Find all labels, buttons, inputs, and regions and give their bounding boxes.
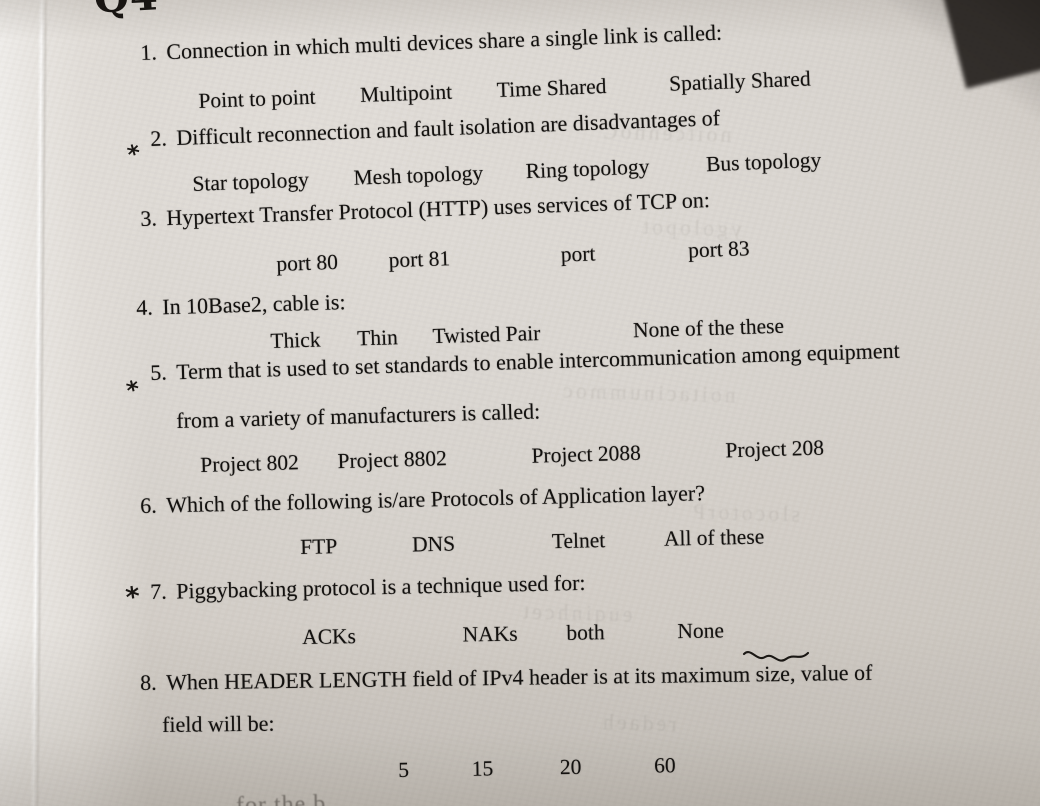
question-8-option-2[interactable]: 15 <box>471 756 493 781</box>
question-7-option-4[interactable]: None <box>677 618 724 644</box>
question-3-option-3[interactable]: port <box>560 241 595 267</box>
question-3-option-2[interactable]: port 81 <box>388 246 450 273</box>
question-4-option-3[interactable]: Twisted Pair <box>432 321 540 349</box>
question-8-line-1: When HEADER LENGTH field of IPv4 header … <box>165 659 873 695</box>
question-3-option-4[interactable]: port 83 <box>688 236 750 263</box>
question-5-line-2: from a variety of manufacturers is calle… <box>175 398 541 433</box>
question-6-text: 6. Which of the following is/are Protocol… <box>139 480 706 518</box>
question-4: 4. In 10Base2, cable is: <box>135 289 346 320</box>
question-8-line-2-wrap: field will be: <box>161 710 275 737</box>
question-2-text: 2. Difficult reconnection and fault isola… <box>149 105 721 151</box>
question-7-options: ACKs NAKs both None <box>302 618 724 650</box>
question-8-line-2: field will be: <box>161 710 275 737</box>
question-3-options: port 80 port 81 port port 83 <box>276 236 750 277</box>
question-7-number: 7. <box>149 578 167 604</box>
question-4-number: 4. <box>135 294 154 320</box>
question-4-option-4[interactable]: None of the these <box>633 314 785 343</box>
handwritten-star-marker-q7: * <box>123 581 143 614</box>
question-8-option-4[interactable]: 60 <box>654 753 676 778</box>
question-7: 7. Piggybacking protocol is a technique u… <box>149 569 586 604</box>
question-7-option-2[interactable]: NAKs <box>462 622 517 648</box>
question-8-continued: field will be: <box>161 710 275 737</box>
question-5-option-1[interactable]: Project 802 <box>200 450 299 478</box>
question-1-text: 1. Connection in which multi devices shar… <box>139 19 723 65</box>
question-2-number: 2. <box>149 125 168 151</box>
question-7-text: 7. Piggybacking protocol is a technique u… <box>149 569 586 604</box>
question-6-option-1[interactable]: FTP <box>300 534 338 560</box>
question-7-option-1[interactable]: ACKs <box>302 624 356 650</box>
question-3-number: 3. <box>139 205 158 231</box>
question-sheet: 1. Connection in which multi devices shar… <box>0 0 1040 806</box>
question-6-line-1: Which of the following is/are Protocols … <box>165 480 706 518</box>
question-5-option-2[interactable]: Project 8802 <box>337 446 447 474</box>
question-6: 6. Which of the following is/are Protocol… <box>139 480 706 518</box>
question-5-option-3[interactable]: Project 2088 <box>531 441 641 469</box>
question-5-number: 5. <box>149 359 168 385</box>
question-8: 8. When HEADER LENGTH field of IPv4 heade… <box>139 659 873 695</box>
question-2-option-2[interactable]: Mesh topology <box>353 161 483 191</box>
question-4-line-1: In 10Base2, cable is: <box>161 289 346 320</box>
question-1-option-2[interactable]: Multipoint <box>360 80 453 108</box>
question-2-option-1[interactable]: Star topology <box>192 168 309 197</box>
question-8-option-3[interactable]: 20 <box>560 755 582 780</box>
question-7-option-3[interactable]: both <box>566 620 605 646</box>
question-2: 2. Difficult reconnection and fault isola… <box>149 105 721 151</box>
question-8-text-line-1: 8. When HEADER LENGTH field of IPv4 heade… <box>139 659 873 695</box>
question-2-option-3[interactable]: Ring topology <box>525 154 650 184</box>
question-6-option-3[interactable]: Telnet <box>552 528 606 554</box>
question-4-text: 4. In 10Base2, cable is: <box>135 289 346 320</box>
question-4-option-1[interactable]: Thick <box>270 328 321 354</box>
question-2-option-4[interactable]: Bus topology <box>706 148 822 177</box>
question-2-line-1: Difficult reconnection and fault isolati… <box>175 105 721 151</box>
scanned-exam-page: noitcennoC ygolopot noitacinummoc slocot… <box>0 0 1040 806</box>
question-5-line-2-wrap: from a variety of manufacturers is calle… <box>175 398 541 433</box>
question-6-options: FTP DNS Telnet All of these <box>300 524 765 560</box>
question-1-option-3[interactable]: Time Shared <box>496 74 607 103</box>
question-1-number: 1. <box>139 39 158 65</box>
bottom-cutoff-text: for the b <box>235 791 327 806</box>
question-8-options: 5 15 20 60 <box>398 753 676 783</box>
question-1: 1. Connection in which multi devices shar… <box>139 19 723 65</box>
question-5-option-4[interactable]: Project 208 <box>725 436 824 464</box>
question-3-option-1[interactable]: port 80 <box>276 250 338 277</box>
handwritten-star-marker-q5: * <box>123 374 143 406</box>
question-8-number: 8. <box>139 669 157 695</box>
question-6-option-2[interactable]: DNS <box>412 531 456 557</box>
question-5-options: Project 802 Project 8802 Project 2088 Pr… <box>200 436 824 478</box>
question-1-option-4[interactable]: Spatially Shared <box>669 67 811 97</box>
handwritten-star-marker-q2: * <box>124 138 145 170</box>
question-5-continued: from a variety of manufacturers is calle… <box>175 398 541 433</box>
question-1-line-1: Connection in which multi devices share … <box>165 19 723 65</box>
question-7-line-1: Piggybacking protocol is a technique use… <box>175 569 586 604</box>
question-1-option-1[interactable]: Point to point <box>198 85 316 114</box>
question-6-number: 6. <box>139 492 158 518</box>
question-4-option-2[interactable]: Thin <box>357 325 398 351</box>
question-2-options: Star topology Mesh topology Ring topolog… <box>192 148 822 197</box>
question-8-option-1[interactable]: 5 <box>398 758 409 783</box>
question-6-option-4[interactable]: All of these <box>664 524 765 551</box>
